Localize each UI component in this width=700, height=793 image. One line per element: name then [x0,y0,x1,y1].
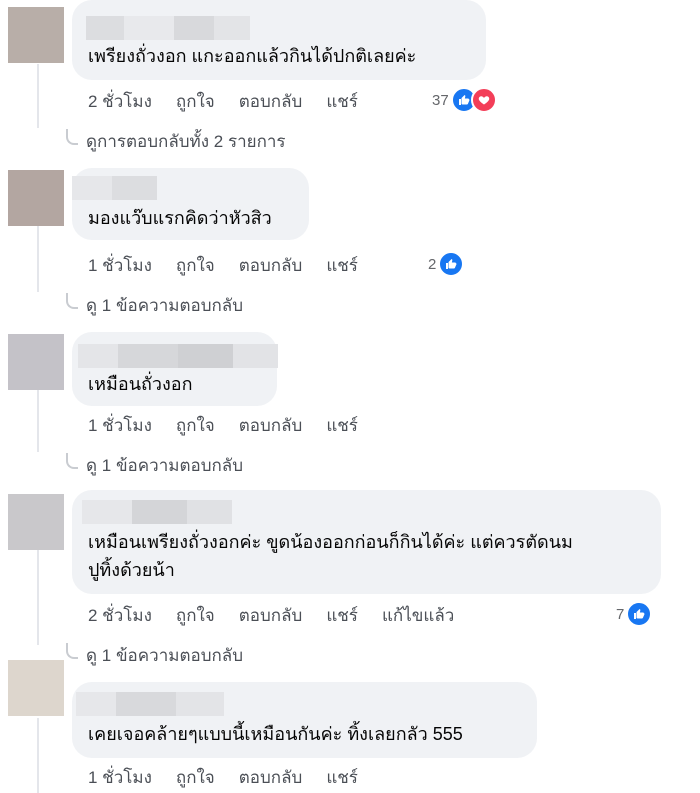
comment-text-line-2: ปูทิ้งด้วยน้า [88,560,175,580]
comment-bubble: เคยเจอคล้ายๆแบบนี้เหมือนกันค่ะ ทิ้งเลยกล… [72,682,537,758]
reply-button[interactable]: ตอบกลับ [239,602,303,629]
author-name-blurred[interactable] [78,344,278,368]
reply-connector [66,452,78,469]
like-icon [438,251,465,277]
like-icon [626,601,653,627]
like-button[interactable]: ถูกใจ [176,764,215,791]
avatar[interactable] [8,334,64,390]
love-icon [470,87,497,113]
comment-bubble: เพรียงถั่วงอก แกะออกแล้วกินได้ปกติเลยค่ะ [72,0,486,80]
comment-bubble: มองแว๊บแรกคิดว่าหัวสิว [72,168,309,240]
reply-button[interactable]: ตอบกลับ [239,88,303,115]
thread-line [37,718,39,793]
view-replies-label: ดู 1 ข้อความตอบกลับ [86,456,243,475]
view-replies-link[interactable]: ดูการตอบกลับทั้ง 2 รายการ [66,128,286,155]
thread-line [37,549,39,645]
comment-bubble: เหมือนเพรียงถั่วงอกค่ะ ขูดน้องออกก่อนก็ก… [72,490,661,594]
thread-line [37,390,39,452]
view-replies-link[interactable]: ดู 1 ข้อความตอบกลับ [66,292,243,319]
reaction-summary[interactable]: 37 [432,87,497,113]
avatar[interactable] [8,170,64,226]
reply-button[interactable]: ตอบกลับ [239,764,303,791]
share-button[interactable]: แชร์ [326,252,358,279]
comment-actions: 2 ชั่วโมง ถูกใจ ตอบกลับ แชร์ [88,88,382,115]
author-name-blurred[interactable] [86,16,250,40]
like-button[interactable]: ถูกใจ [176,252,215,279]
avatar[interactable] [8,494,64,550]
reaction-count: 37 [432,91,449,109]
view-replies-link[interactable]: ดู 1 ข้อความตอบกลับ [66,642,243,669]
reaction-count: 2 [428,255,437,273]
edited-label[interactable]: แก้ไขแล้ว [382,602,454,629]
author-name-blurred[interactable] [76,692,224,716]
view-replies-label: ดู 1 ข้อความตอบกลับ [86,646,243,665]
comment-text: เพรียงถั่วงอก แกะออกแล้วกินได้ปกติเลยค่ะ [88,46,417,66]
share-button[interactable]: แชร์ [326,602,358,629]
author-name-blurred[interactable] [82,500,232,524]
timestamp[interactable]: 1 ชั่วโมง [88,764,152,791]
reply-connector [66,128,78,145]
avatar[interactable] [8,7,64,63]
share-button[interactable]: แชร์ [326,88,358,115]
comment-text: มองแว๊บแรกคิดว่าหัวสิว [88,208,272,228]
reply-button[interactable]: ตอบกลับ [239,412,303,439]
comment-text: เหมือนถั่วงอก [88,374,193,394]
like-button[interactable]: ถูกใจ [176,88,215,115]
comment-actions: 1 ชั่วโมง ถูกใจ ตอบกลับ แชร์ [88,412,382,439]
reaction-summary[interactable]: 7 [616,601,653,627]
thread-line [37,64,39,128]
comment-text: เคยเจอคล้ายๆแบบนี้เหมือนกันค่ะ ทิ้งเลยกล… [88,724,463,744]
share-button[interactable]: แชร์ [326,764,358,791]
comment-actions: 1 ชั่วโมง ถูกใจ ตอบกลับ แชร์ [88,764,382,791]
reply-button[interactable]: ตอบกลับ [239,252,303,279]
timestamp[interactable]: 1 ชั่วโมง [88,252,152,279]
avatar[interactable] [8,660,64,716]
reply-connector [66,642,78,659]
view-replies-link[interactable]: ดู 1 ข้อความตอบกลับ [66,452,243,479]
reply-connector [66,292,78,309]
reaction-count: 7 [616,605,625,623]
timestamp[interactable]: 2 ชั่วโมง [88,602,152,629]
view-replies-label: ดูการตอบกลับทั้ง 2 รายการ [86,132,286,151]
comment-actions: 2 ชั่วโมง ถูกใจ ตอบกลับ แชร์ แก้ไขแล้ว [88,602,478,629]
timestamp[interactable]: 2 ชั่วโมง [88,88,152,115]
view-replies-label: ดู 1 ข้อความตอบกลับ [86,296,243,315]
thread-line [37,226,39,292]
timestamp[interactable]: 1 ชั่วโมง [88,412,152,439]
reaction-summary[interactable]: 2 [428,251,465,277]
author-name-blurred[interactable] [72,176,157,200]
comment-bubble: เหมือนถั่วงอก [72,332,278,406]
share-button[interactable]: แชร์ [326,412,358,439]
comment-actions: 1 ชั่วโมง ถูกใจ ตอบกลับ แชร์ [88,252,382,279]
like-button[interactable]: ถูกใจ [176,412,215,439]
comment-text: เหมือนเพรียงถั่วงอกค่ะ ขูดน้องออกก่อนก็ก… [88,532,573,552]
like-button[interactable]: ถูกใจ [176,602,215,629]
